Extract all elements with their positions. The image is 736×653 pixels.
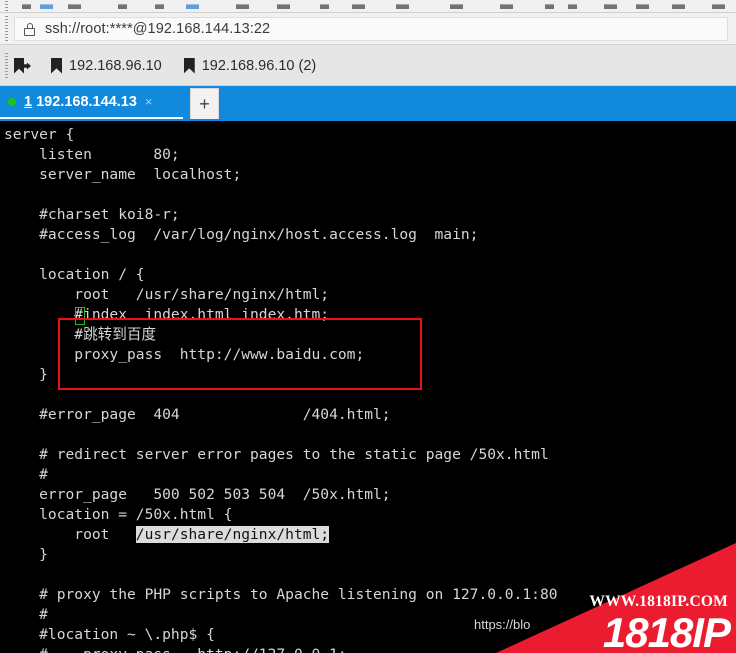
tab-index: 1 <box>24 93 33 110</box>
terminal-line: #access_log /var/log/nginx/host.access.l… <box>4 226 479 243</box>
terminal-line: } <box>4 546 48 563</box>
toolbar-icon-open-folder[interactable] <box>277 0 290 9</box>
terminal-output[interactable]: server { listen 80; server_name localhos… <box>0 121 736 653</box>
terminal-line: # <box>4 606 48 623</box>
export-link-icon[interactable] <box>14 57 31 74</box>
toolbar-icon-grid[interactable] <box>396 0 409 9</box>
terminal-line: server_name localhost; <box>4 166 242 183</box>
toolbar-icon-save[interactable] <box>320 0 333 9</box>
blog-url-text: https://blo <box>474 617 531 632</box>
terminal-line: location / { <box>4 266 145 283</box>
terminal-line: #跳转到百度 <box>4 326 157 343</box>
terminal-line: # <box>4 466 48 483</box>
toolbar-icon-find[interactable] <box>186 0 199 9</box>
terminal-line: #location ~ \.php$ { <box>4 626 215 643</box>
toolbar-icon-window[interactable] <box>672 0 685 9</box>
terminal-line: } <box>4 366 48 383</box>
toolbar-icon-print[interactable] <box>352 0 365 9</box>
selected-text[interactable]: /usr/share/nginx/html; <box>135 526 330 543</box>
terminal-line: location = /50x.html { <box>4 506 233 523</box>
toolbar-icon-compare[interactable] <box>604 0 617 9</box>
terminal-line: proxy_pass http://www.baidu.com; <box>4 346 365 363</box>
tab-192-168-144-13[interactable]: 1 192.168.144.13 × <box>0 86 183 119</box>
new-tab-button[interactable]: + <box>190 88 219 119</box>
toolbar-icon-transfer[interactable] <box>500 0 513 9</box>
url-input[interactable]: ssh://root:****@192.168.144.13:22 <box>14 17 728 41</box>
connected-dot-icon <box>8 97 16 106</box>
toolbar-icon-paste[interactable] <box>68 0 81 9</box>
terminal-line: root /usr/share/nginx/html; <box>4 286 330 303</box>
toolbar-icon-copy[interactable] <box>40 0 53 9</box>
bookmark-label: 192.168.96.10 (2) <box>201 57 317 74</box>
toolbar-grip[interactable] <box>5 1 8 12</box>
main-toolbar <box>0 0 736 13</box>
bookmarks-list: 192.168.96.10 192.168.96.10 (2) <box>14 45 318 86</box>
lock-icon <box>24 22 35 36</box>
app-root: ssh://root:****@192.168.144.13:22 192.16… <box>0 0 736 653</box>
terminal-line-prefix: root <box>4 526 136 543</box>
toolbar-icon-download[interactable] <box>568 0 581 9</box>
terminal-line: #charset koi8-r; <box>4 206 180 223</box>
terminal-line: listen 80; <box>4 146 180 163</box>
terminal-line: # proxy the PHP scripts to Apache listen… <box>4 586 558 603</box>
address-bar-grip[interactable] <box>5 16 8 42</box>
bookmarks-bar-grip[interactable] <box>5 53 8 79</box>
tab-strip: 1 192.168.144.13 × + <box>0 86 736 121</box>
toolbar-icon-new-file[interactable] <box>236 0 249 9</box>
terminal-line: #error_page 404 /404.html; <box>4 406 391 423</box>
terminal-line: server { <box>4 126 75 143</box>
terminal-line-selected: root /usr/share/nginx/html; <box>4 525 736 545</box>
terminal-line: # redirect server error pages to the sta… <box>4 446 549 463</box>
tab-title: 1 192.168.144.13 <box>24 94 137 110</box>
bookmark-icon <box>51 57 62 74</box>
terminal-line: error_page 500 502 503 504 /50x.html; <box>4 486 391 503</box>
terminal-line: #index index.html index.htm; <box>4 306 330 323</box>
tab-host: 192.168.144.13 <box>36 93 137 110</box>
url-text: ssh://root:****@192.168.144.13:22 <box>45 21 271 37</box>
bookmark-icon <box>183 57 195 74</box>
toolbar-icon-cut[interactable] <box>22 0 35 9</box>
toolbar-icon-settings[interactable] <box>712 0 725 9</box>
toolbar-icon-upload[interactable] <box>545 0 558 9</box>
bookmark-item-2[interactable]: 192.168.96.10 (2) <box>182 56 318 76</box>
bookmark-item-1[interactable]: 192.168.96.10 <box>49 56 164 76</box>
bookmark-label: 192.168.96.10 <box>69 57 162 74</box>
terminal-line: # proxy_pass http://127.0.0.1; <box>4 645 736 653</box>
address-bar: ssh://root:****@192.168.144.13:22 <box>0 13 736 45</box>
toolbar-icon-refresh[interactable] <box>450 0 463 9</box>
bookmarks-bar: 192.168.96.10 192.168.96.10 (2) <box>0 45 736 86</box>
toolbar-icon-redo[interactable] <box>155 0 168 9</box>
toolbar-icon-undo[interactable] <box>118 0 131 9</box>
toolbar-icon-terminal[interactable] <box>636 0 649 9</box>
close-icon[interactable]: × <box>145 95 153 108</box>
